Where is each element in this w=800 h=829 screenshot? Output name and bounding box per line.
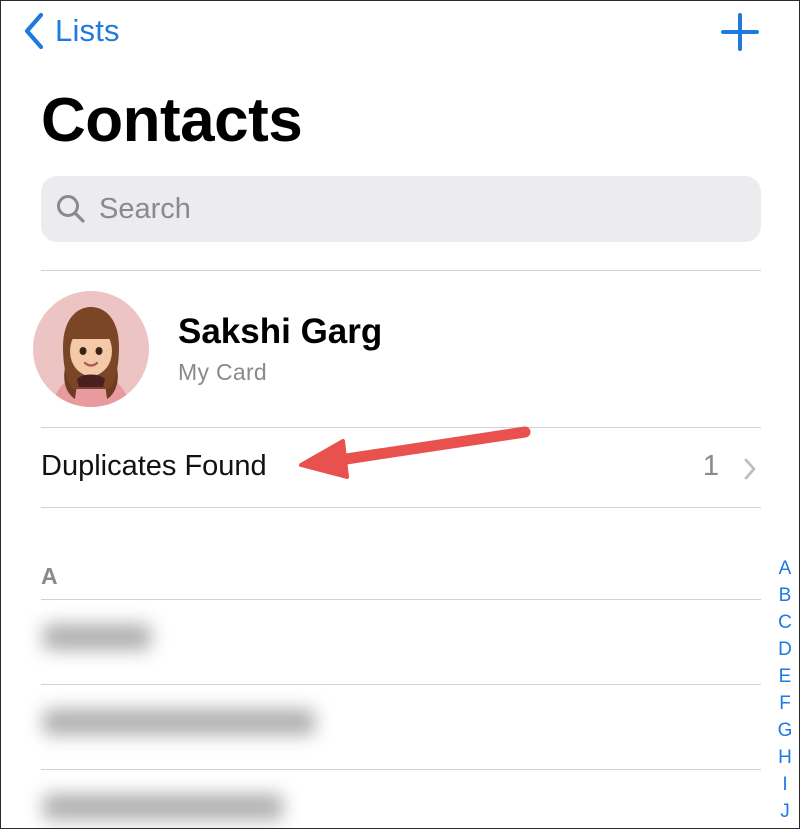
back-label: Lists bbox=[55, 13, 120, 48]
index-letter-a[interactable]: A bbox=[779, 555, 792, 582]
duplicates-found-row[interactable]: Duplicates Found 1 bbox=[41, 429, 761, 507]
my-card-name[interactable]: Sakshi Garg bbox=[178, 312, 382, 352]
my-card-subtitle: My Card bbox=[178, 359, 268, 385]
duplicates-count: 1 bbox=[702, 450, 719, 482]
back-button[interactable]: Lists bbox=[23, 9, 120, 53]
chevron-left-icon bbox=[24, 12, 44, 50]
search-placeholder: Search bbox=[99, 192, 191, 225]
index-letter-h[interactable]: H bbox=[778, 744, 792, 771]
divider bbox=[41, 599, 761, 600]
divider bbox=[41, 769, 761, 770]
plus-icon bbox=[721, 13, 759, 51]
index-letter-i[interactable]: I bbox=[782, 771, 787, 798]
duplicates-found-label: Duplicates Found bbox=[41, 450, 267, 482]
divider bbox=[41, 427, 761, 428]
section-index[interactable]: A B C D E F G H I J bbox=[772, 555, 798, 825]
list-item[interactable] bbox=[17, 774, 455, 828]
list-item[interactable] bbox=[17, 689, 455, 759]
divider bbox=[41, 684, 761, 685]
divider bbox=[41, 507, 761, 508]
index-letter-d[interactable]: D bbox=[778, 636, 792, 663]
page-title: Contacts bbox=[41, 86, 303, 155]
search-icon bbox=[57, 195, 85, 223]
blurred-contact-name bbox=[43, 794, 283, 820]
avatar[interactable] bbox=[33, 291, 149, 407]
memoji-avatar-icon bbox=[33, 291, 149, 407]
section-header-a: A bbox=[41, 563, 58, 589]
index-letter-g[interactable]: G bbox=[778, 717, 793, 744]
index-letter-b[interactable]: B bbox=[779, 582, 792, 609]
index-letter-e[interactable]: E bbox=[779, 663, 792, 690]
index-letter-c[interactable]: C bbox=[778, 609, 792, 636]
contacts-screen: Lists Contacts Search Sakshi Garg My Car… bbox=[0, 0, 800, 829]
blurred-contact-name bbox=[43, 709, 315, 735]
index-letter-f[interactable]: F bbox=[779, 690, 791, 717]
search-field[interactable]: Search bbox=[41, 176, 761, 242]
blurred-contact-name bbox=[43, 624, 151, 650]
add-contact-button[interactable] bbox=[719, 11, 761, 53]
chevron-right-icon bbox=[744, 458, 756, 480]
divider bbox=[41, 270, 761, 271]
index-letter-j[interactable]: J bbox=[780, 798, 790, 825]
list-item[interactable] bbox=[17, 604, 455, 674]
